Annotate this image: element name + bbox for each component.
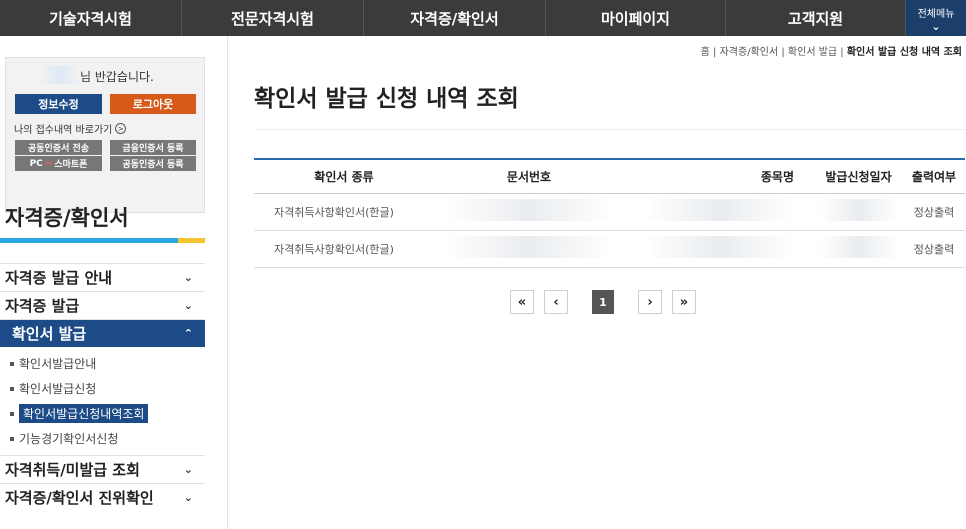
cell-status[interactable]: 정상출력 — [903, 193, 965, 231]
blurred-value — [444, 236, 614, 258]
submenu-item-guide[interactable]: 확인서발급안내 — [10, 351, 205, 376]
pagination: « ‹ 1 › » — [510, 290, 706, 314]
all-menu-button[interactable]: 전체메뉴 ⌄ — [906, 0, 966, 36]
sidebar-item-label: 자격증/확인서 진위확인 — [5, 489, 154, 507]
submenu-label: 확인서발급신청내역조회 — [19, 404, 149, 423]
sidebar: 님 반갑습니다. 정보수정 로그아웃 나의 접수내역 바로가기 > 공동인증서 … — [0, 36, 228, 529]
arrow-icon: ⇨ — [44, 158, 53, 169]
cell-item-blurred — [624, 193, 814, 231]
prev-page-button[interactable]: ‹ — [544, 290, 568, 314]
table-header-row: 확인서 종류 문서번호 종목명 발급신청일자 출력여부 — [254, 159, 965, 193]
bullet-icon — [10, 436, 14, 441]
my-applications-shortcut[interactable]: 나의 접수내역 바로가기 > — [14, 121, 127, 136]
col-header-date: 발급신청일자 — [825, 169, 892, 184]
page-1-button[interactable]: 1 — [592, 290, 614, 314]
nav-professional-exam[interactable]: 전문자격시험 — [182, 0, 364, 36]
chevron-down-icon: ⌄ — [931, 19, 941, 33]
blurred-value — [644, 199, 794, 221]
next-page-button[interactable]: › — [638, 290, 662, 314]
col-header-doc-no: 문서번호 — [506, 169, 552, 184]
pc-to-phone-button[interactable]: PC ⇨ 스마트폰 — [15, 156, 102, 171]
cell-type: 자격취득사항확인서(한글) — [254, 193, 434, 231]
chevron-down-icon: ⌄ — [183, 271, 193, 284]
chevron-down-icon: ⌄ — [183, 463, 193, 476]
sidebar-item-cert-guide[interactable]: 자격증 발급 안내 ⌄ — [0, 263, 205, 291]
sidebar-item-label: 자격증 발급 — [5, 297, 80, 315]
title-underline-accent — [178, 238, 205, 243]
history-table: 확인서 종류 문서번호 종목명 발급신청일자 출력여부 자격취득사항확인서(한글… — [254, 158, 965, 268]
blurred-value — [818, 236, 899, 258]
chevron-down-icon: ⌄ — [183, 491, 193, 504]
breadcrumb-current: 확인서 발급 신청 내역 조회 — [846, 47, 962, 58]
page-title: 확인서 발급 신청 내역 조회 — [254, 86, 519, 112]
nav-technical-exam[interactable]: 기술자격시험 — [0, 0, 182, 36]
blurred-value — [644, 236, 794, 258]
title-underline — [0, 238, 205, 243]
sidebar-item-label: 자격취득/미발급 조회 — [5, 461, 140, 479]
submenu-label: 확인서발급안내 — [19, 357, 97, 371]
last-page-button[interactable]: » — [672, 290, 696, 314]
sidebar-item-cert-issue[interactable]: 자격증 발급 ⌄ — [0, 291, 205, 319]
table-row[interactable]: 자격취득사항확인서(한글) 정상출력 — [254, 193, 965, 231]
cell-doc-no-blurred — [434, 193, 624, 231]
cell-doc-no-blurred — [434, 230, 624, 268]
nav-support[interactable]: 고객지원 — [726, 0, 906, 36]
cell-date-blurred — [814, 193, 903, 231]
submenu-label: 기능경기확인서신청 — [19, 432, 119, 446]
cell-date-blurred — [814, 230, 903, 268]
greeting-text: 님 반갑습니다. — [80, 70, 154, 84]
submenu-item-apply[interactable]: 확인서발급신청 — [10, 376, 205, 401]
col-header-type: 확인서 종류 — [314, 169, 374, 184]
sidebar-item-confirmation-issue[interactable]: 확인서 발급 ⌃ — [0, 319, 205, 347]
title-divider — [254, 129, 965, 130]
breadcrumb-level2[interactable]: 확인서 발급 — [788, 47, 837, 58]
cert-send-button[interactable]: 공동인증서 전송 — [15, 140, 102, 155]
submenu: 확인서발급안내 확인서발급신청 확인서발급신청내역조회 기능경기확인서신청 — [0, 347, 205, 455]
bullet-icon — [10, 411, 14, 416]
cell-type: 자격취득사항확인서(한글) — [254, 230, 434, 268]
breadcrumb-home[interactable]: 홈 — [701, 47, 710, 58]
nav-mypage[interactable]: 마이페이지 — [546, 0, 726, 36]
edit-info-button[interactable]: 정보수정 — [15, 94, 102, 114]
blurred-value — [444, 199, 614, 221]
col-header-status: 출력여부 — [911, 169, 957, 184]
nav-certificates[interactable]: 자격증/확인서 — [364, 0, 546, 36]
sidebar-title: 자격증/확인서 — [5, 206, 129, 230]
sidebar-menu: 자격증 발급 안내 ⌄ 자격증 발급 ⌄ 확인서 발급 ⌃ 확인서발급안내 확인… — [0, 263, 205, 511]
pc-label: PC — [29, 158, 43, 169]
phone-label: 스마트폰 — [54, 160, 88, 170]
breadcrumb-level1[interactable]: 자격증/확인서 — [720, 47, 779, 58]
all-menu-label: 전체메뉴 — [917, 8, 955, 20]
login-box: 님 반갑습니다. 정보수정 로그아웃 나의 접수내역 바로가기 > 공동인증서 … — [5, 57, 205, 213]
breadcrumb: 홈 | 자격증/확인서 | 확인서 발급 | 확인서 발급 신청 내역 조회 — [701, 43, 962, 58]
user-name-blurred — [40, 66, 80, 84]
chevron-up-icon: ⌃ — [183, 327, 193, 340]
chevron-down-icon: ⌄ — [183, 299, 193, 312]
bullet-icon — [10, 361, 14, 366]
bullet-icon — [10, 386, 14, 391]
logout-button[interactable]: 로그아웃 — [110, 94, 196, 114]
submenu-item-skills-competition[interactable]: 기능경기확인서신청 — [10, 426, 205, 451]
sidebar-item-label: 자격증 발급 안내 — [5, 269, 113, 287]
first-page-button[interactable]: « — [510, 290, 534, 314]
cell-item-blurred — [624, 230, 814, 268]
submenu-label: 확인서발급신청 — [19, 382, 97, 396]
fin-cert-register-button[interactable]: 금융인증서 등록 — [110, 140, 196, 155]
blurred-value — [818, 199, 899, 221]
table-row[interactable]: 자격취득사항확인서(한글) 정상출력 — [254, 230, 965, 268]
cell-status[interactable]: 정상출력 — [903, 230, 965, 268]
submenu-item-history[interactable]: 확인서발급신청내역조회 — [10, 401, 205, 426]
arrow-right-icon: > — [115, 123, 127, 134]
joint-cert-register-button[interactable]: 공동인증서 등록 — [110, 156, 196, 171]
sidebar-item-acquisition-lookup[interactable]: 자격취득/미발급 조회 ⌄ — [0, 455, 205, 483]
sidebar-item-label: 확인서 발급 — [12, 325, 87, 343]
col-header-item: 종목명 — [760, 169, 794, 184]
shortcut-label: 나의 접수내역 바로가기 — [14, 125, 113, 136]
top-navigation: 기술자격시험 전문자격시험 자격증/확인서 마이페이지 고객지원 전체메뉴 ⌄ — [0, 0, 966, 36]
sidebar-item-authenticity-check[interactable]: 자격증/확인서 진위확인 ⌄ — [0, 483, 205, 511]
